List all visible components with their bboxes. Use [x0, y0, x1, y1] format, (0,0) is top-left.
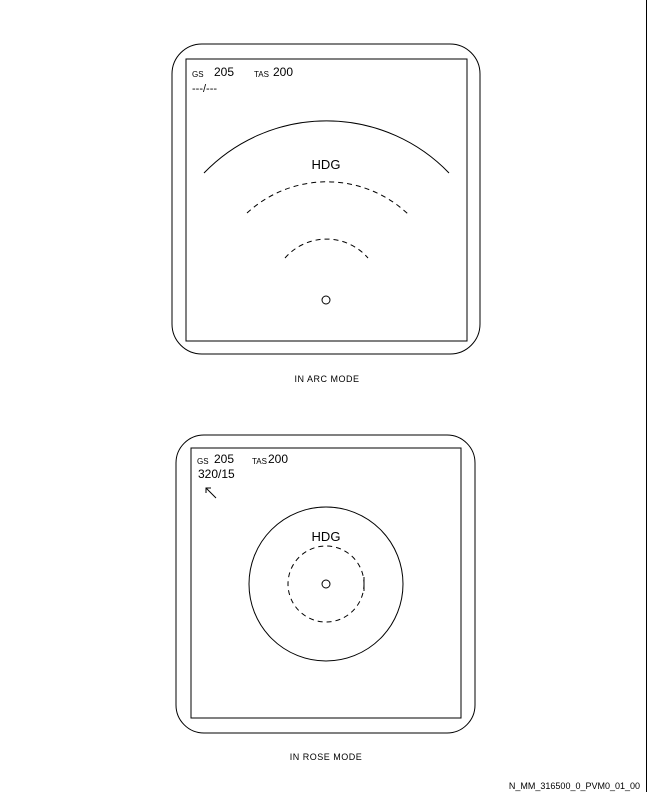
rose-inner-range-ring	[287, 545, 365, 623]
rose-gs-label: GS	[197, 457, 209, 466]
rose-heading-label: HDG	[312, 529, 341, 544]
rose-gs-value: 205	[214, 452, 234, 466]
arc-wind-readout: ---/---	[192, 83, 217, 95]
wind-arrow-icon	[205, 487, 217, 499]
arc-gs-label: GS	[192, 70, 204, 79]
rose-mode-display: GS 205 TAS 200 320/15 HDG IN ROSE MODE	[175, 434, 476, 762]
rose-tas-value: 200	[268, 452, 288, 466]
arc-gs-value: 205	[214, 65, 234, 79]
arc-bezel	[171, 43, 481, 355]
arc-tas-value: 200	[273, 65, 293, 79]
arc-aircraft-symbol	[321, 295, 331, 305]
rose-wind-readout: 320/15	[198, 467, 235, 481]
figure-id: N_MM_316500_0_PVM0_01_00	[509, 781, 640, 791]
rose-mode-caption: IN ROSE MODE	[290, 752, 363, 762]
rose-screen	[190, 447, 462, 719]
arc-heading-label: HDG	[312, 157, 341, 172]
arc-mode-display: GS 205 TAS 200 ---/--- HDG IN ARC MODE	[171, 43, 481, 384]
nd-display-diagram: GS 205 TAS 200 ---/--- HDG IN ARC MODE G…	[171, 43, 640, 791]
rose-tas-label: TAS	[252, 457, 267, 466]
rose-aircraft-symbol	[321, 579, 331, 589]
arc-tas-label: TAS	[254, 70, 269, 79]
arc-mode-caption: IN ARC MODE	[294, 374, 359, 384]
arc-inner-range-arc	[284, 238, 369, 259]
arc-screen	[185, 58, 468, 342]
arc-mid-range-arc	[246, 181, 410, 216]
